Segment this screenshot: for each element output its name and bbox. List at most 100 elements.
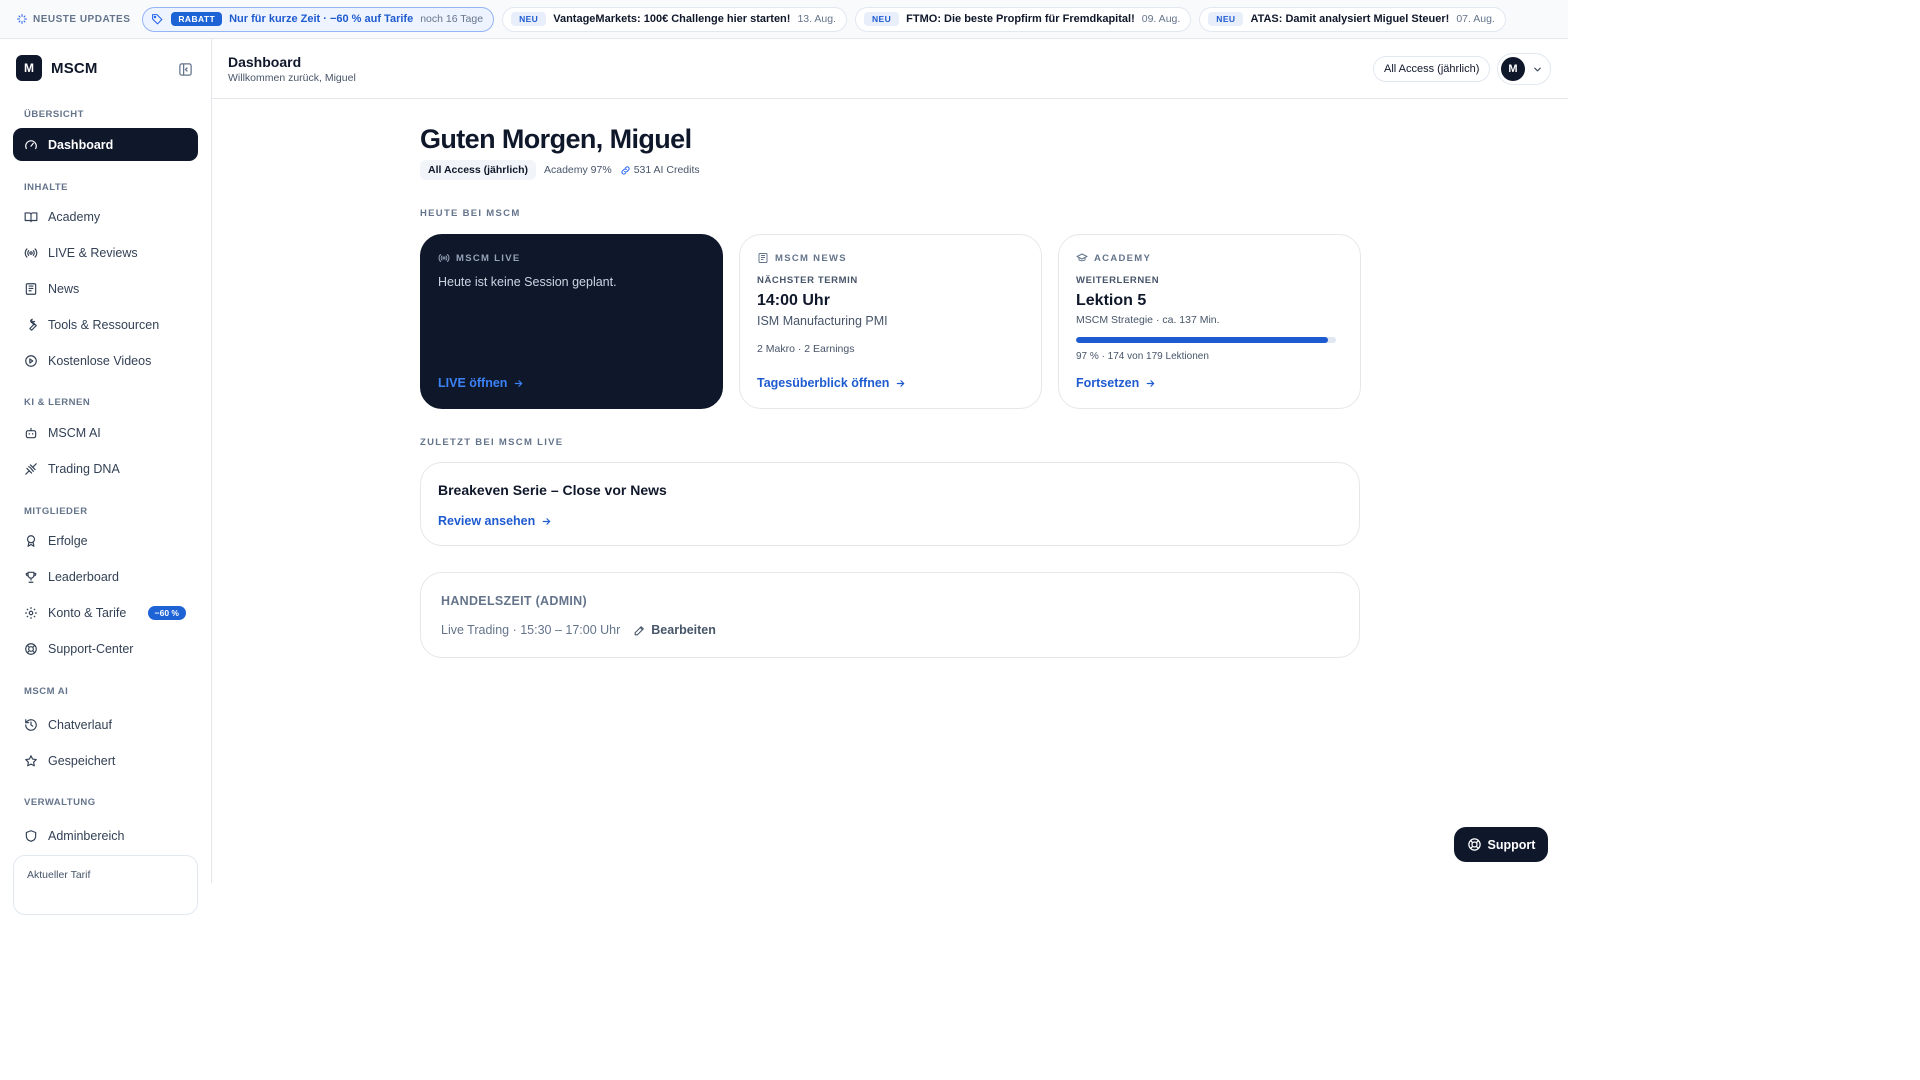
plan-pill[interactable]: All Access (jährlich): [1373, 56, 1491, 82]
status-chips: All Access (jährlich) Academy 97% 531 AI…: [420, 160, 700, 180]
sidebar-item-label: Leaderboard: [48, 569, 119, 584]
admin-card-row: Live Trading · 15:30 – 17:00 Uhr Bearbei…: [441, 623, 716, 637]
panel-left-icon: [178, 62, 192, 76]
lifebuoy-icon: [25, 642, 37, 655]
newspaper-icon: [25, 282, 37, 295]
sidebar-item-academy[interactable]: Academy: [13, 200, 198, 233]
update-pill[interactable]: NEU FTMO: Die beste Propfirm für Fremdka…: [855, 6, 1192, 32]
live-open-label: LIVE öffnen: [438, 376, 508, 390]
academy-progress-chip: Academy 97%: [543, 164, 612, 176]
live-card-text: Heute ist keine Session geplant.: [438, 275, 617, 289]
current-plan-box[interactable]: Aktueller Tarif: [13, 855, 198, 915]
promo-time-left: noch 16 Tage: [420, 13, 484, 25]
sidebar-item-mscm-ai[interactable]: MSCM AI: [13, 416, 198, 449]
update-pill[interactable]: NEU ATAS: Damit analysiert Miguel Steuer…: [1199, 6, 1506, 32]
sidebar-item-erfolge[interactable]: Erfolge: [13, 524, 198, 557]
sidebar-item-label: Trading DNA: [48, 461, 120, 476]
trading-hours-text: Live Trading · 15:30 – 17:00 Uhr: [441, 623, 621, 637]
sidebar-item-news[interactable]: News: [13, 272, 198, 305]
discount-badge: −60 %: [147, 605, 186, 620]
sidebar-item-leaderboard[interactable]: Leaderboard: [13, 560, 198, 593]
day-overview-label: Tagesüberblick öffnen: [757, 376, 890, 390]
review-link[interactable]: Review ansehen: [438, 514, 552, 528]
sidebar-item-adminbereich[interactable]: Adminbereich: [13, 819, 198, 852]
page-title: Dashboard: [228, 54, 302, 70]
update-date: 13. Aug.: [797, 13, 836, 25]
sidebar-item-label: Tools & Ressourcen: [48, 317, 160, 332]
promo-pill[interactable]: RABATT Nur für kurze Zeit · −60 % auf Ta…: [142, 6, 495, 32]
award-icon: [26, 534, 36, 547]
promo-text: Nur für kurze Zeit · −60 % auf Tarife: [229, 13, 414, 25]
sidebar-item-konto-tarife[interactable]: Konto & Tarife −60 %: [13, 596, 198, 629]
lifebuoy-icon: [1467, 838, 1481, 851]
sidebar-item-label: Chatverlauf: [48, 717, 112, 732]
wrench-icon: [29, 318, 37, 331]
review-title: Breakeven Serie – Close vor News: [438, 482, 667, 498]
gear-icon: [25, 606, 37, 619]
ai-credits-text: 531 AI Credits: [633, 164, 700, 176]
sidebar-item-label: News: [48, 281, 80, 296]
section-heading-recent-live: ZULETZT BEI MSCM LIVE: [420, 437, 564, 448]
pencil-icon: [634, 625, 645, 635]
arrow-right-icon: [515, 379, 523, 387]
academy-progress-text: 97 % · 174 von 179 Lektionen: [1076, 351, 1209, 362]
academy-progress-bar: [1076, 337, 1336, 343]
plan-chip: All Access (jährlich): [420, 160, 536, 180]
continue-label: Fortsetzen: [1076, 376, 1140, 390]
brand[interactable]: M MSCM: [16, 55, 98, 81]
news-card[interactable]: MSCM NEWS NÄCHSTER TERMIN 14:00 Uhr ISM …: [739, 234, 1042, 409]
live-open-link[interactable]: LIVE öffnen: [438, 376, 524, 390]
section-label-ki-lernen: KI & LERNEN: [24, 397, 91, 408]
greeting-heading: Guten Morgen, Miguel: [420, 124, 692, 154]
section-label-inhalte: INHALTE: [24, 182, 68, 193]
link-icon: [621, 165, 630, 175]
sidebar: M MSCM ÜBERSICHT Dashboard INHALTE Acade…: [0, 39, 212, 915]
updates-label: NEUSTE UPDATES: [16, 13, 130, 25]
broadcast-icon: [24, 247, 38, 258]
section-label-verwaltung: VERWALTUNG: [24, 797, 96, 808]
sidebar-item-live-reviews[interactable]: LIVE & Reviews: [13, 236, 198, 269]
sidebar-item-gespeichert[interactable]: Gespeichert: [13, 744, 198, 777]
continue-link[interactable]: Fortsetzen: [1076, 376, 1156, 390]
sidebar-item-trading-dna[interactable]: Trading DNA: [13, 452, 198, 485]
shield-icon: [25, 829, 37, 842]
admin-card-title: HANDELSZEIT (ADMIN): [441, 594, 587, 608]
new-badge: NEU: [1208, 12, 1244, 26]
update-title: FTMO: Die beste Propfirm für Fremdkapita…: [906, 13, 1135, 25]
live-card-title: MSCM LIVE: [456, 252, 521, 264]
current-lesson: Lektion 5: [1076, 292, 1147, 309]
sidebar-item-label: Adminbereich: [48, 828, 125, 843]
sidebar-item-label: Konto & Tarife: [48, 605, 127, 620]
sidebar-item-chatverlauf[interactable]: Chatverlauf: [13, 708, 198, 741]
edit-button[interactable]: Bearbeiten: [633, 623, 716, 637]
broadcast-icon: [438, 254, 450, 262]
live-card[interactable]: MSCM LIVE Heute ist keine Session geplan…: [420, 234, 723, 409]
chevron-down-icon: [1534, 67, 1541, 71]
book-icon: [24, 211, 38, 222]
sidebar-collapse-button[interactable]: [176, 60, 194, 78]
sidebar-item-free-videos[interactable]: Kostenlose Videos: [13, 344, 198, 377]
sidebar-item-tools[interactable]: Tools & Ressourcen: [13, 308, 198, 341]
update-date: 09. Aug.: [1141, 13, 1181, 25]
star-icon: [25, 754, 37, 766]
news-card-header: MSCM NEWS: [757, 252, 1024, 264]
day-overview-link[interactable]: Tagesüberblick öffnen: [757, 376, 906, 390]
academy-card[interactable]: ACADEMY WEITERLERNEN Lektion 5 MSCM Stra…: [1058, 234, 1361, 409]
admin-trading-hours-card: HANDELSZEIT (ADMIN) Live Trading · 15:30…: [420, 572, 1360, 658]
recent-review-card[interactable]: Breakeven Serie – Close vor News Review …: [420, 462, 1360, 546]
arrow-right-icon: [1146, 379, 1155, 387]
play-circle-icon: [25, 354, 37, 367]
support-button[interactable]: Support: [1454, 827, 1548, 862]
sidebar-item-support-center[interactable]: Support-Center: [13, 632, 198, 665]
new-badge: NEU: [511, 12, 547, 26]
section-label-mitglieder: MITGLIEDER: [24, 506, 88, 517]
support-button-label: Support: [1487, 837, 1536, 852]
sparkles-icon: [17, 14, 27, 24]
sidebar-item-dashboard[interactable]: Dashboard: [13, 128, 198, 161]
user-menu[interactable]: M: [1497, 53, 1551, 85]
brand-name: MSCM: [51, 59, 98, 77]
sidebar-item-label: LIVE & Reviews: [48, 245, 138, 260]
sidebar-item-label: Academy: [48, 209, 101, 224]
update-pill[interactable]: NEU VantageMarkets: 100€ Challenge hier …: [502, 6, 847, 32]
next-event-time: 14:00 Uhr: [757, 292, 830, 309]
